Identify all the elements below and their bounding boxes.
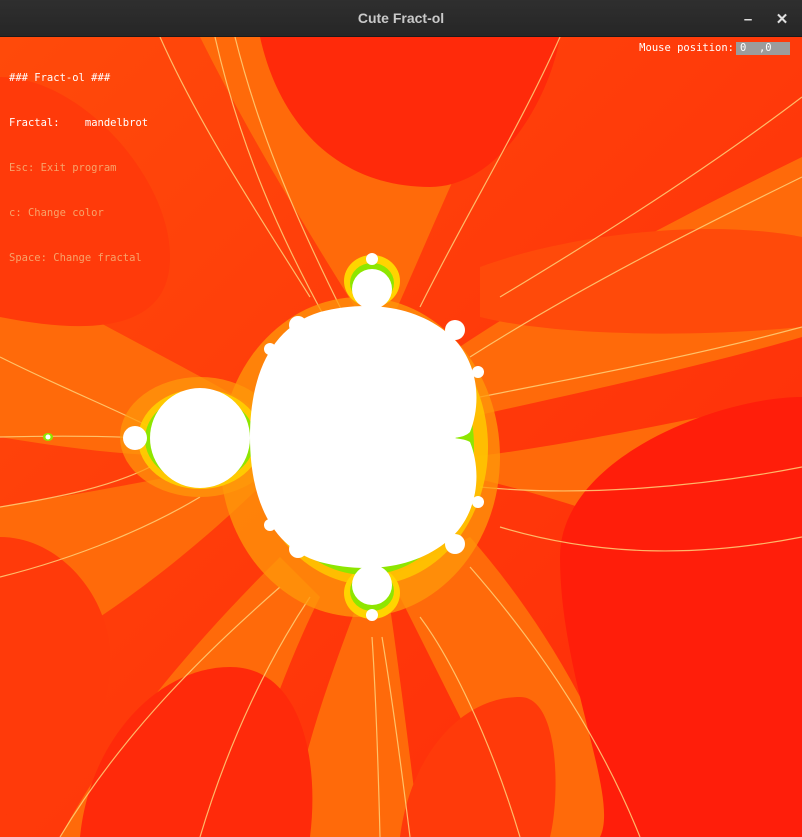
mouse-position-value: 0 ,0 — [736, 42, 790, 55]
mouse-position-label: Mouse position: — [639, 42, 734, 54]
help-color: c: Change color — [9, 207, 104, 219]
mouse-x: 0 — [740, 42, 747, 54]
fractal-name: mandelbrot — [84, 117, 149, 129]
title-bar[interactable]: Cute Fract-ol – ✕ — [0, 0, 802, 37]
hud-info-panel: ### Fract-ol ### Fractal: mandelbrot Esc… — [9, 41, 148, 296]
minimize-button[interactable]: – — [737, 8, 759, 30]
fractal-canvas[interactable]: ### Fract-ol ### Fractal: mandelbrot Esc… — [0, 37, 802, 837]
app-window: Cute Fract-ol – ✕ ### Fract-ol ### Fract… — [0, 0, 802, 837]
hud-fractal-row: Fractal: mandelbrot — [9, 116, 148, 131]
hud-header: ### Fract-ol ### — [9, 72, 111, 84]
mouse-y: 0 — [765, 42, 772, 54]
help-exit: Esc: Exit program — [9, 162, 117, 174]
fractal-label: Fractal: — [9, 117, 60, 129]
minimize-icon: – — [743, 10, 753, 28]
window-title: Cute Fract-ol — [357, 10, 445, 26]
mouse-position-panel: Mouse position: 0 ,0 — [639, 41, 790, 56]
close-icon: ✕ — [775, 11, 789, 28]
help-space: Space: Change fractal — [9, 252, 142, 264]
close-button[interactable]: ✕ — [771, 8, 793, 30]
